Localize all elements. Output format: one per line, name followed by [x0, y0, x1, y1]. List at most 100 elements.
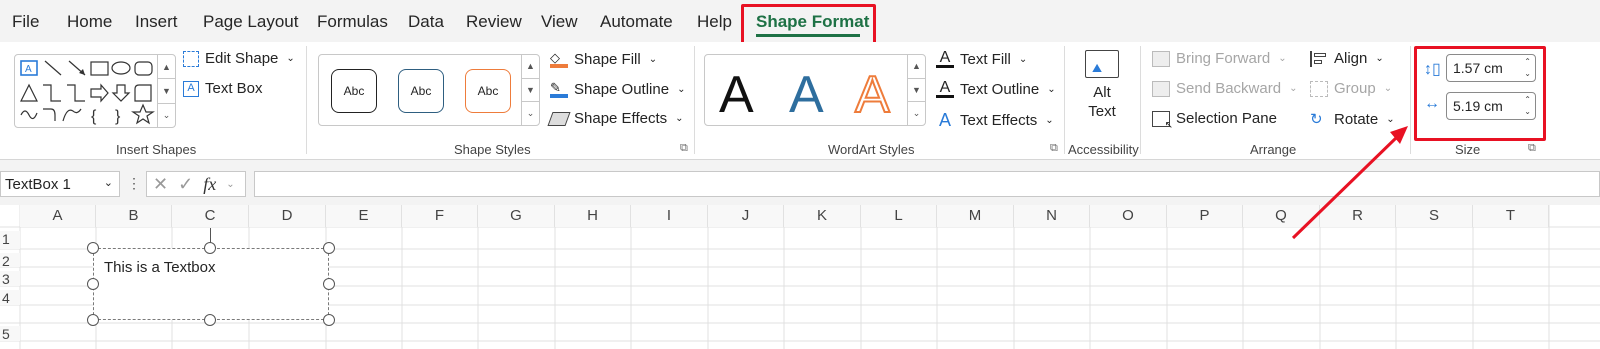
textbox-text[interactable]: This is a Textbox	[104, 259, 215, 276]
shape-fill-button[interactable]: ◇ Shape Fill ⌄	[550, 50, 657, 68]
column-header-s[interactable]: S	[1396, 205, 1473, 227]
column-header-p[interactable]: P	[1167, 205, 1243, 227]
name-box[interactable]: TextBox 1 ⌄	[0, 171, 120, 197]
row-header-2[interactable]: 2	[0, 253, 20, 269]
column-header-d[interactable]: D	[249, 205, 326, 227]
column-header-m[interactable]: M	[937, 205, 1014, 227]
chevron-down-icon: ⌄	[677, 83, 686, 95]
row-header-1[interactable]: 1	[0, 231, 20, 249]
shape-styles-scroll[interactable]: ▲ ▼ ⌄	[521, 55, 539, 125]
tab-review[interactable]: Review	[466, 12, 522, 32]
column-header-j[interactable]: J	[708, 205, 784, 227]
column-header-f[interactable]: F	[402, 205, 478, 227]
text-outline-button[interactable]: A Text Outline ⌄	[936, 80, 1056, 98]
resize-handle[interactable]	[204, 314, 216, 326]
resize-handle[interactable]	[87, 314, 99, 326]
column-header-r[interactable]: R	[1320, 205, 1396, 227]
wordart-styles-scroll[interactable]: ▲ ▼ ⌄	[907, 55, 925, 125]
tab-formulas[interactable]: Formulas	[317, 12, 388, 32]
alt-text-button[interactable]: ⛰ Alt Text	[1076, 50, 1128, 130]
dialog-launcher-icon[interactable]: ⧉	[680, 142, 688, 155]
edit-shape-button[interactable]: Edit Shape ⌄	[183, 50, 295, 67]
shapes-grid-icon: A { }	[20, 60, 155, 125]
shape-outline-button[interactable]: ✎ Shape Outline ⌄	[550, 80, 685, 98]
edit-shape-label: Edit Shape	[205, 50, 279, 67]
dialog-launcher-icon[interactable]: ⧉	[1050, 142, 1058, 155]
shape-style-preview-1[interactable]: Abc	[331, 69, 377, 113]
group-label-insert-shapes: Insert Shapes	[116, 142, 197, 157]
selection-pane-icon: ↖	[1152, 110, 1173, 131]
tab-help[interactable]: Help	[697, 12, 732, 32]
svg-text:{: {	[91, 108, 97, 125]
shape-effects-button[interactable]: Shape Effects ⌄	[547, 110, 684, 127]
cancel-icon[interactable]: ✕	[153, 174, 168, 195]
shape-styles-gallery[interactable]: Abc Abc Abc ▲ ▼ ⌄	[318, 54, 540, 126]
pen-icon: ✎	[550, 80, 568, 98]
resize-handle[interactable]	[323, 314, 335, 326]
column-header-n[interactable]: N	[1014, 205, 1090, 227]
resize-handle[interactable]	[323, 242, 335, 254]
tab-view[interactable]: View	[541, 12, 578, 32]
text-outline-label: Text Outline	[960, 80, 1040, 98]
chevron-down-icon: ⌄	[1383, 83, 1393, 94]
shape-effects-icon	[547, 111, 571, 126]
shape-style-preview-3[interactable]: Abc	[465, 69, 511, 113]
resize-handle[interactable]	[204, 242, 216, 254]
column-header-g[interactable]: G	[478, 205, 555, 227]
textbox-shape[interactable]: This is a Textbox	[93, 248, 329, 320]
row-header-4[interactable]: 4	[0, 290, 20, 306]
column-header-l[interactable]: L	[861, 205, 937, 227]
more-options-icon[interactable]: ⋮	[127, 175, 141, 192]
text-fill-icon: A	[936, 50, 954, 68]
chevron-down-icon[interactable]: ⌄	[104, 176, 113, 189]
column-header-i[interactable]: I	[631, 205, 708, 227]
text-fill-button[interactable]: A Text Fill ⌄	[936, 50, 1027, 68]
text-effects-button[interactable]: A Text Effects ⌄	[936, 110, 1054, 131]
group-button[interactable]: Group ⌄	[1310, 80, 1392, 97]
row-header-3[interactable]: 3	[0, 271, 20, 287]
column-header-b[interactable]: B	[96, 205, 172, 227]
paint-bucket-icon: ◇	[550, 50, 568, 68]
shapes-gallery-scroll[interactable]: ▲ ▼ ⌄	[157, 55, 175, 127]
resize-handle[interactable]	[87, 242, 99, 254]
rotate-icon: ↻	[1310, 111, 1323, 128]
confirm-icon[interactable]: ✓	[178, 174, 193, 195]
column-header-c[interactable]: C	[172, 205, 249, 227]
chevron-down-icon[interactable]: ⌄	[226, 179, 234, 190]
column-header-q[interactable]: Q	[1243, 205, 1320, 227]
wordart-styles-gallery[interactable]: A A A ▲ ▼ ⌄	[704, 54, 926, 126]
selection-pane-button[interactable]: ↖ Selection Pane	[1152, 110, 1277, 131]
resize-handle[interactable]	[87, 278, 99, 290]
column-header-h[interactable]: H	[555, 205, 631, 227]
wordart-preview-1[interactable]: A	[719, 65, 754, 125]
formula-input[interactable]	[254, 171, 1600, 197]
insert-function-button[interactable]: fx	[203, 174, 216, 195]
column-header-e[interactable]: E	[326, 205, 402, 227]
align-button[interactable]: Align ⌄	[1310, 50, 1384, 67]
row-header-5[interactable]: 5	[0, 326, 20, 342]
column-header-a[interactable]: A	[20, 205, 96, 227]
wordart-preview-2[interactable]: A	[789, 65, 824, 125]
chevron-down-icon: ⌄	[1278, 53, 1287, 64]
tab-home[interactable]: Home	[67, 12, 112, 32]
shapes-gallery[interactable]: A { } ▲ ▼ ⌄	[14, 54, 176, 128]
column-header-k[interactable]: K	[784, 205, 861, 227]
send-backward-icon	[1152, 80, 1170, 97]
column-header-o[interactable]: O	[1090, 205, 1167, 227]
dialog-launcher-icon[interactable]: ⧉	[1528, 142, 1536, 155]
rotate-button[interactable]: ↻ Rotate ⌄	[1310, 110, 1395, 129]
tab-insert[interactable]: Insert	[135, 12, 178, 32]
text-box-button[interactable]: A Text Box	[183, 80, 263, 97]
shape-style-preview-2[interactable]: Abc	[398, 69, 444, 113]
shape-effects-label: Shape Effects	[574, 110, 668, 127]
resize-handle[interactable]	[323, 278, 335, 290]
tab-automate[interactable]: Automate	[600, 12, 673, 32]
bring-forward-button[interactable]: Bring Forward ⌄	[1152, 50, 1287, 67]
send-backward-button[interactable]: Send Backward ⌄	[1152, 80, 1297, 97]
wordart-preview-3[interactable]: A	[854, 65, 891, 125]
tab-file[interactable]: File	[12, 12, 39, 32]
tab-page-layout[interactable]: Page Layout	[203, 12, 298, 32]
tab-data[interactable]: Data	[408, 12, 444, 32]
edit-shape-icon	[183, 50, 199, 67]
column-header-t[interactable]: T	[1473, 205, 1549, 227]
